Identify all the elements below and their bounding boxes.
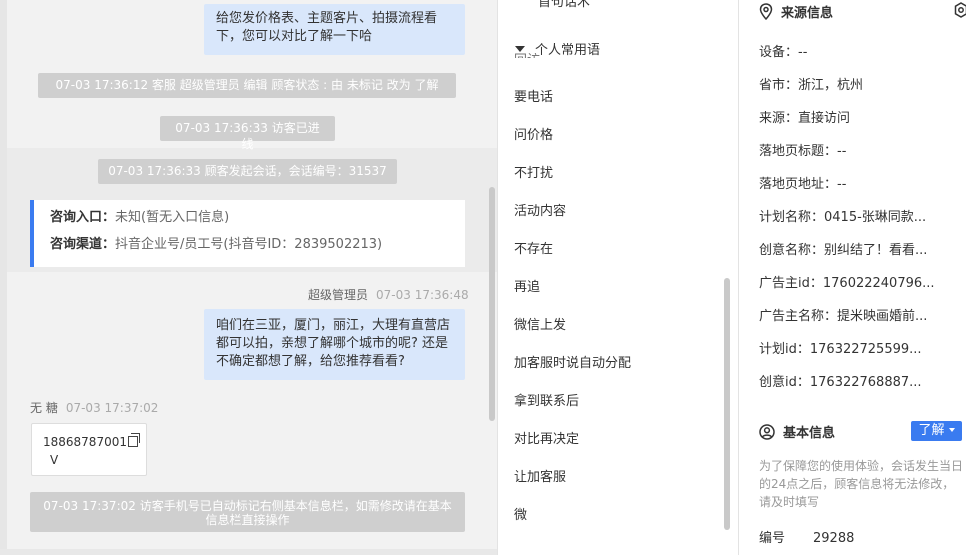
row-value: 提米映画婚前... (837, 309, 928, 324)
system-event-phone-marked: 07-03 17:37:02 访客手机号已自动标记右侧基本信息栏，如需修改请在基… (30, 492, 465, 532)
user-circle-icon (759, 423, 775, 440)
visitor-phone-number: 18868787001 (43, 435, 127, 449)
consult-channel-row: 咨询渠道： 抖音企业号/员工号(抖音号ID：2839502213) (50, 236, 465, 254)
source-row-advertiser-id: 广告主id：176022240796... (759, 272, 935, 291)
copy-icon[interactable] (127, 433, 140, 447)
customer-status-dropdown[interactable]: 了解 (911, 421, 962, 441)
agent-message-meta: 超级管理员 07-03 17:36:48 (308, 286, 469, 303)
source-info-title: 来源信息 (781, 6, 834, 21)
source-row-device: 设备：-- (759, 41, 807, 60)
phrase-group-personal[interactable]: 个人常用语 (515, 39, 600, 58)
customer-id-label: 编号 (759, 531, 786, 546)
phrase-group-cutoff: 首句话术 (538, 0, 591, 10)
visitor-name: 无 糖 (30, 401, 58, 415)
row-label: 计划名称： (759, 210, 825, 225)
phrase-item[interactable]: 微信上发 (514, 314, 566, 333)
row-value: 176322768887... (809, 375, 922, 390)
visitor-message-meta: 无 糖 07-03 17:37:02 (30, 399, 158, 416)
row-value: 176022240796... (822, 276, 935, 291)
source-row-creative-id: 创意id：176322768887... (759, 371, 922, 390)
message-text: 给您发价格表、主题客片、拍摄流程看下，您可以对比了解一下哈 (216, 11, 438, 44)
customer-status-label: 了解 (918, 423, 945, 438)
visitor-phone-message: 18868787001 V (31, 423, 147, 476)
phrase-item[interactable]: 加客服时说自动分配 (514, 352, 631, 371)
source-row-creative-name: 创意名称：别纠结了！看看... (759, 239, 927, 258)
row-value: 0415-张琳同款... (824, 210, 927, 225)
basic-info-header: 基本信息 (759, 422, 835, 441)
phrase-item[interactable]: 让加客服 (514, 466, 566, 485)
agent-message-time: 07-03 17:36:48 (376, 288, 469, 302)
caret-down-icon (515, 45, 525, 52)
basic-info-title: 基本信息 (783, 426, 836, 441)
row-label: 来源： (759, 111, 799, 126)
chat-panel: 给您发价格表、主题客片、拍摄流程看下，您可以对比了解一下哈 07-03 17:3… (0, 0, 497, 555)
settings-icon[interactable] (954, 2, 966, 18)
consult-entry-value: 未知(暂无入口信息) (115, 210, 230, 225)
row-value: -- (837, 177, 847, 192)
visitor-message-time: 07-03 17:37:02 (65, 401, 159, 415)
row-label: 设备： (759, 45, 799, 60)
customer-id-value: 29288 (813, 531, 855, 546)
customer-info-panel: 来源信息 设备：-- 省市：浙江，杭州 来源：直接访问 落地页标题：-- 落地页… (738, 0, 966, 555)
source-row-origin: 来源：直接访问 (759, 107, 850, 126)
consult-entry-label: 咨询入口： (50, 210, 116, 225)
phrases-scrollbar[interactable] (724, 278, 730, 530)
ghost-mask (513, 58, 713, 66)
row-label: 计划id： (759, 342, 810, 357)
customer-id-row: 编号 29288 (759, 527, 854, 546)
source-row-landing-url: 落地页地址：-- (759, 173, 846, 192)
row-label: 创意id： (759, 375, 810, 390)
chat-workspace: 给您发价格表、主题客片、拍摄流程看下，您可以对比了解一下哈 07-03 17:3… (0, 0, 966, 555)
source-row-plan-name: 计划名称：0415-张琳同款... (759, 206, 926, 225)
system-event-status-change: 07-03 17:36:12 客服 超级管理员 编辑 顾客状态 : 由 未标记 … (38, 73, 456, 98)
source-row-landing-title: 落地页标题：-- (759, 140, 846, 159)
row-label: 省市： (759, 78, 799, 93)
row-label: 创意名称： (759, 243, 825, 258)
consult-channel-label: 咨询渠道： (50, 237, 116, 252)
consult-channel-value: 抖音企业号/员工号(抖音号ID：2839502213) (115, 237, 383, 252)
source-row-advertiser-name: 广告主名称：提米映画婚前... (759, 305, 927, 324)
chat-bottom-divider (0, 549, 497, 555)
row-label: 落地页标题： (759, 144, 838, 159)
source-info-header: 来源信息 (759, 2, 833, 21)
chat-left-edge (0, 0, 7, 555)
agent-message-bubble-cities: 咱们在三亚，厦门，丽江，大理有直营店都可以拍，亲想了解哪个城市的呢? 还是不确定… (204, 309, 465, 380)
agent-message-bubble: 给您发价格表、主题客片、拍摄流程看下，您可以对比了解一下哈 (204, 4, 465, 55)
row-value: -- (798, 45, 808, 60)
system-event-session-started: 07-03 17:36:33 顾客发起会话，会话编号：31537 (98, 159, 397, 184)
phrase-item[interactable]: 拿到联系后 (514, 390, 579, 409)
system-event-visitor-joined: 07-03 17:36:33 访客已进线 (160, 116, 335, 151)
row-value: 浙江，杭州 (798, 78, 864, 93)
location-pin-icon (759, 3, 773, 20)
caret-down-icon (948, 428, 955, 432)
row-value: 176322725599... (809, 342, 922, 357)
row-value: -- (837, 144, 847, 159)
phrase-item[interactable]: 要电话 (514, 86, 553, 105)
row-value: 直接访问 (798, 111, 851, 126)
edit-deadline-note: 为了保障您的使用体验，会话发生当日的24点之后，顾客信息将无法修改，请及时填写 (759, 459, 964, 509)
agent-name: 超级管理员 (308, 288, 369, 302)
consult-source-card: 咨询入口： 未知(暂无入口信息) 咨询渠道： 抖音企业号/员工号(抖音号ID：2… (30, 200, 465, 267)
quick-phrases-panel: 首句话术 回访 个人常用语 要电话 问价格 不打扰 活动内容 不存在 再追 微信… (497, 0, 738, 555)
row-label: 广告主名称： (759, 309, 838, 324)
row-label: 落地页地址： (759, 177, 838, 192)
phrase-item[interactable]: 对比再决定 (514, 428, 579, 447)
phrase-item[interactable]: 活动内容 (514, 200, 566, 219)
phrase-item[interactable]: 再追 (514, 276, 540, 295)
phrase-item[interactable]: 问价格 (514, 124, 553, 143)
phrase-item[interactable]: 不打扰 (514, 162, 553, 181)
visitor-phone-suffix: V (50, 453, 59, 467)
source-row-plan-id: 计划id：176322725599... (759, 338, 922, 357)
consult-entry-row: 咨询入口： 未知(暂无入口信息) (50, 209, 465, 227)
row-label: 广告主id： (759, 276, 823, 291)
chat-scrollbar[interactable] (489, 187, 495, 421)
source-row-region: 省市：浙江，杭州 (759, 74, 863, 93)
phrase-group-title: 个人常用语 (535, 43, 601, 58)
phrase-item[interactable]: 微 (514, 504, 527, 523)
phrase-item[interactable]: 不存在 (514, 238, 553, 257)
row-value: 别纠结了！看看... (824, 243, 928, 258)
